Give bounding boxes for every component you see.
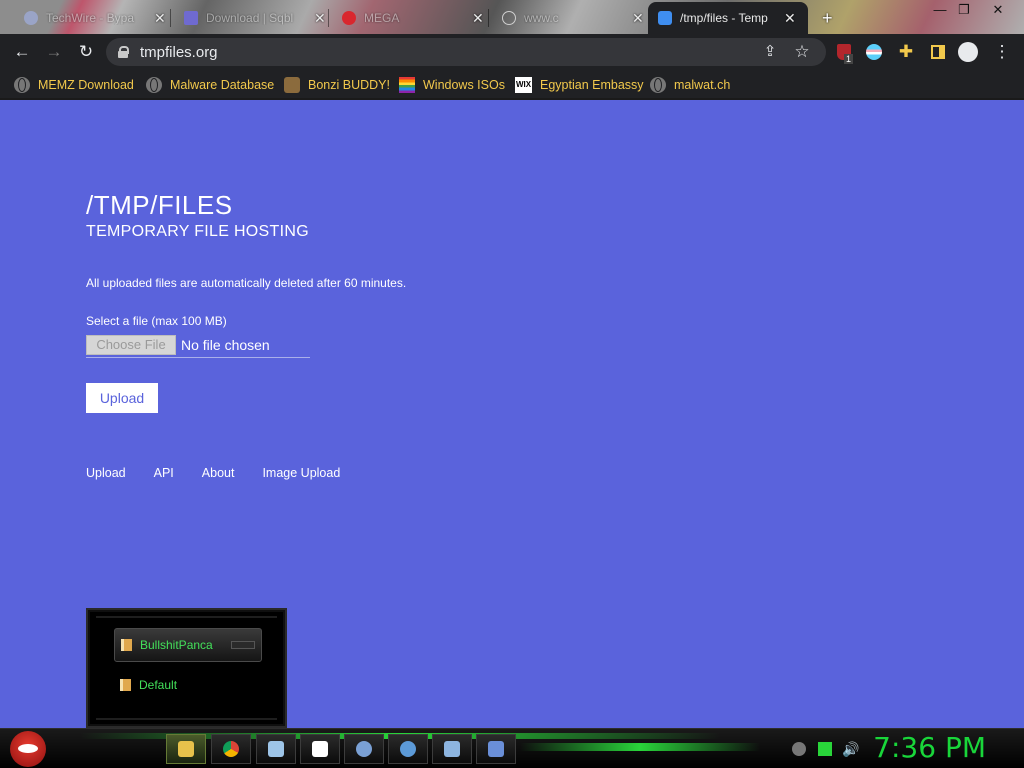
file-status-text: No file chosen xyxy=(181,336,270,353)
deletion-notice: All uploaded files are automatically del… xyxy=(86,276,407,290)
volume-icon[interactable]: 🔊 xyxy=(842,742,859,756)
download-site-icon xyxy=(184,11,198,25)
ublock-icon[interactable]: 1 xyxy=(834,42,854,64)
tab-download[interactable]: Download | Sqbl ✕ xyxy=(174,4,336,32)
folder-icon xyxy=(121,639,132,651)
file-input-label: Select a file (max 100 MB) xyxy=(86,314,227,328)
back-icon[interactable]: ← xyxy=(12,42,32,62)
hummingbird-icon[interactable] xyxy=(476,734,516,764)
tab-title: www.c xyxy=(524,11,559,25)
close-icon[interactable]: ✕ xyxy=(472,10,484,27)
wix-icon: WIX xyxy=(515,77,532,93)
close-icon[interactable]: ✕ xyxy=(632,10,644,27)
window-icon[interactable] xyxy=(432,734,472,764)
bookmark-windows-isos[interactable]: Windows ISOs xyxy=(399,76,505,94)
close-icon[interactable]: ✕ xyxy=(314,10,326,27)
explorer-icon[interactable] xyxy=(166,734,206,764)
bookmark-memz[interactable]: MEMZ Download xyxy=(14,76,134,94)
lock-icon[interactable] xyxy=(118,46,129,58)
bookmarks-bar: MEMZ Download Malware Database Bonzi BUD… xyxy=(0,70,1024,100)
browser-toolbar: ← → ↻ tmpfiles.org ⇪ ☆ 1 ✚ ⋮ xyxy=(0,34,1024,70)
tab-title: Download | Sqbl xyxy=(206,11,294,25)
notepad-icon[interactable] xyxy=(256,734,296,764)
network-icon[interactable] xyxy=(818,742,832,756)
panel-item-default[interactable]: Default xyxy=(114,668,262,702)
footer-link-image-upload[interactable]: Image Upload xyxy=(262,466,340,480)
folder-icon xyxy=(120,679,131,691)
tab-title: MEGA xyxy=(364,11,400,25)
bonzi-icon xyxy=(284,77,300,93)
reload-icon[interactable]: ↻ xyxy=(76,42,96,62)
mega-icon xyxy=(342,11,356,25)
restore-icon[interactable]: ❐ xyxy=(952,2,976,18)
address-bar[interactable]: tmpfiles.org xyxy=(106,38,826,66)
tmpfiles-icon xyxy=(658,11,672,25)
rainbow-flag-icon xyxy=(399,77,415,93)
panel-item-bullshitpanca[interactable]: BullshitPanca xyxy=(114,628,262,662)
forward-icon[interactable]: → xyxy=(44,42,64,62)
magnifier-icon[interactable] xyxy=(344,734,384,764)
choose-file-button[interactable]: Choose File xyxy=(86,334,176,355)
tab-www[interactable]: www.c ✕ xyxy=(492,4,654,32)
footer-link-upload[interactable]: Upload xyxy=(86,466,126,480)
tab-techwire[interactable]: TechWire - Bypa ✕ xyxy=(14,4,176,32)
theme-panel: BullshitPanca Default xyxy=(86,608,287,728)
close-icon[interactable]: ✕ xyxy=(784,10,796,27)
flag-extension-icon[interactable] xyxy=(864,42,884,62)
footer-link-api[interactable]: API xyxy=(154,466,174,480)
close-window-icon[interactable]: ✕ xyxy=(986,2,1010,18)
7zip-icon[interactable] xyxy=(300,734,340,764)
globe-icon xyxy=(146,77,162,93)
extensions-puzzle-icon[interactable]: ✚ xyxy=(896,42,916,62)
globe-icon xyxy=(14,77,30,93)
profile-avatar-icon[interactable] xyxy=(958,42,978,62)
globe-icon xyxy=(24,11,38,25)
footer-nav: Upload API About Image Upload xyxy=(86,466,340,480)
globe-icon[interactable] xyxy=(388,734,428,764)
side-panel-icon[interactable] xyxy=(928,42,948,62)
slider-handle[interactable] xyxy=(231,641,255,649)
chrome-icon[interactable] xyxy=(211,734,251,764)
tray-arrow-icon[interactable] xyxy=(792,742,806,756)
footer-link-about[interactable]: About xyxy=(202,466,235,480)
menu-kebab-icon[interactable]: ⋮ xyxy=(992,42,1012,62)
extension-badge: 1 xyxy=(844,54,854,64)
new-tab-button[interactable]: + xyxy=(812,4,843,32)
start-button-angry-bird-icon[interactable] xyxy=(10,731,46,767)
share-icon[interactable]: ⇪ xyxy=(760,42,780,62)
page-subtitle: TEMPORARY FILE HOSTING xyxy=(86,223,309,240)
bookmark-bonzi-buddy[interactable]: Bonzi BUDDY! xyxy=(284,76,390,94)
tab-mega[interactable]: MEGA ✕ xyxy=(332,4,494,32)
tab-title: TechWire - Bypa xyxy=(46,11,135,25)
globe-icon xyxy=(502,11,516,25)
url-text[interactable]: tmpfiles.org xyxy=(140,44,218,61)
close-icon[interactable]: ✕ xyxy=(154,10,166,27)
file-input[interactable]: Choose File No file chosen xyxy=(86,332,310,358)
bookmark-malware-database[interactable]: Malware Database xyxy=(146,76,274,94)
tab-strip: TechWire - Bypa ✕ Download | Sqbl ✕ MEGA… xyxy=(0,0,1024,34)
minimize-icon[interactable]: — xyxy=(928,2,952,17)
bookmark-star-icon[interactable]: ☆ xyxy=(792,42,812,62)
clock[interactable]: 7:36 PM xyxy=(873,731,986,764)
bookmark-malwatch[interactable]: malwat.ch xyxy=(650,76,730,94)
taskbar: 🔊 7:36 PM xyxy=(0,728,1024,768)
upload-button[interactable]: Upload xyxy=(86,383,158,413)
page-title: /TMP/FILES xyxy=(86,190,233,220)
tab-title: /tmp/files - Temp xyxy=(680,11,768,25)
globe-icon xyxy=(650,77,666,93)
tab-tmpfiles[interactable]: /tmp/files - Temp ✕ xyxy=(648,2,808,34)
bookmark-egyptian-embassy[interactable]: WIX Egyptian Embassy xyxy=(515,76,644,94)
